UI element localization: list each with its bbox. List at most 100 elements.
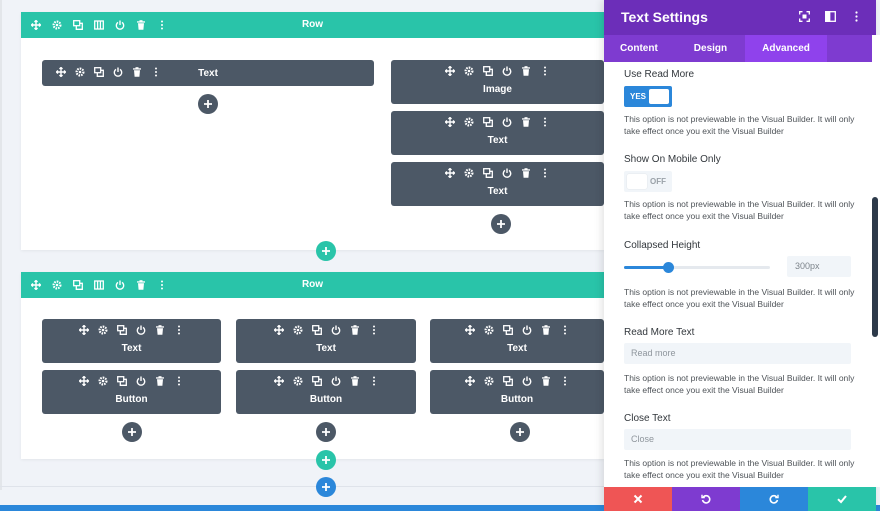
trash-icon[interactable] <box>155 376 165 386</box>
module-text[interactable]: Text <box>42 60 374 86</box>
tab-advanced[interactable]: Advanced <box>745 35 827 62</box>
panel-scrollbar[interactable] <box>872 35 880 487</box>
more-icon[interactable] <box>174 376 184 386</box>
more-icon[interactable] <box>560 325 570 335</box>
duplicate-icon[interactable] <box>311 325 322 335</box>
use-read-more-toggle[interactable]: YES <box>624 86 672 107</box>
gear-icon[interactable] <box>98 376 108 386</box>
show-on-mobile-only-toggle[interactable]: OFF <box>624 171 672 192</box>
redo-button[interactable] <box>740 487 808 511</box>
more-icon[interactable] <box>369 325 379 335</box>
expand-icon[interactable] <box>799 11 810 22</box>
module-toolbar <box>430 376 604 388</box>
module-text[interactable]: Text <box>42 319 221 363</box>
trash-icon[interactable] <box>541 325 551 335</box>
module-button[interactable]: Button <box>236 370 416 414</box>
more-icon[interactable] <box>174 325 184 335</box>
tab-design[interactable]: Design <box>674 35 745 62</box>
module-text[interactable]: Text <box>236 319 416 363</box>
trash-icon[interactable] <box>521 168 531 178</box>
power-icon[interactable] <box>331 376 341 386</box>
power-icon[interactable] <box>502 117 512 127</box>
slider-handle[interactable] <box>662 262 674 273</box>
toggle-knob <box>649 89 669 104</box>
move-icon[interactable] <box>273 376 284 386</box>
move-icon[interactable] <box>445 168 455 178</box>
trash-icon[interactable] <box>350 376 360 386</box>
power-icon[interactable] <box>331 325 341 335</box>
trash-icon[interactable] <box>350 325 360 335</box>
trash-icon[interactable] <box>521 66 531 76</box>
power-icon[interactable] <box>136 376 146 386</box>
add-module-button[interactable] <box>198 94 218 114</box>
gear-icon[interactable] <box>464 66 474 76</box>
duplicate-icon[interactable] <box>311 376 322 386</box>
move-icon[interactable] <box>273 325 284 335</box>
scrollbar-thumb[interactable] <box>872 197 878 337</box>
gear-icon[interactable] <box>292 325 303 335</box>
gear-icon[interactable] <box>483 376 494 386</box>
module-title: Text <box>316 343 336 354</box>
close-text-input[interactable]: Close <box>624 429 851 450</box>
duplicate-icon[interactable] <box>502 376 513 386</box>
gear-icon[interactable] <box>464 117 474 127</box>
move-icon[interactable] <box>464 325 475 335</box>
collapsed-height-input[interactable]: 300px <box>787 256 851 277</box>
row-2-toolbar[interactable]: Row <box>21 272 604 298</box>
power-icon[interactable] <box>502 66 512 76</box>
undo-button[interactable] <box>672 487 740 511</box>
duplicate-icon[interactable] <box>502 325 513 335</box>
add-module-button[interactable] <box>510 422 530 442</box>
add-row-button[interactable] <box>316 241 336 261</box>
duplicate-icon[interactable] <box>483 168 493 178</box>
power-icon[interactable] <box>522 376 532 386</box>
module-text[interactable]: Text <box>391 162 604 206</box>
collapsed-height-note: This option is not previewable in the Vi… <box>624 287 855 309</box>
move-icon[interactable] <box>445 117 455 127</box>
add-module-button[interactable] <box>316 422 336 442</box>
module-text[interactable]: Text <box>430 319 604 363</box>
add-section-button[interactable] <box>316 477 336 497</box>
panel-header[interactable]: Text Settings <box>604 0 876 35</box>
move-icon[interactable] <box>445 66 455 76</box>
power-icon[interactable] <box>502 168 512 178</box>
save-button[interactable] <box>808 487 876 511</box>
panel-footer <box>604 487 876 511</box>
trash-icon[interactable] <box>541 376 551 386</box>
more-icon[interactable] <box>540 66 550 76</box>
trash-icon[interactable] <box>521 117 531 127</box>
collapsed-height-slider[interactable] <box>624 262 770 273</box>
add-module-button[interactable] <box>122 422 142 442</box>
duplicate-icon[interactable] <box>483 117 493 127</box>
module-button[interactable]: Button <box>430 370 604 414</box>
discard-button[interactable] <box>604 487 672 511</box>
row-1-toolbar[interactable]: Row <box>21 12 604 38</box>
module-image[interactable]: Image <box>391 60 604 104</box>
duplicate-icon[interactable] <box>483 66 493 76</box>
power-icon[interactable] <box>522 325 532 335</box>
sidebar-icon[interactable] <box>825 11 836 22</box>
move-icon[interactable] <box>79 325 89 335</box>
gear-icon[interactable] <box>483 325 494 335</box>
add-row-button[interactable] <box>316 450 336 470</box>
gear-icon[interactable] <box>292 376 303 386</box>
gear-icon[interactable] <box>98 325 108 335</box>
read-more-text-input[interactable]: Read more <box>624 343 851 364</box>
duplicate-icon[interactable] <box>117 376 127 386</box>
module-button[interactable]: Button <box>42 370 221 414</box>
duplicate-icon[interactable] <box>117 325 127 335</box>
more-icon[interactable] <box>540 168 550 178</box>
more-icon[interactable] <box>540 117 550 127</box>
gear-icon[interactable] <box>464 168 474 178</box>
tab-content[interactable]: Content <box>604 35 674 62</box>
more-icon[interactable] <box>369 376 379 386</box>
more-icon[interactable] <box>851 11 862 22</box>
toggle-text: OFF <box>650 177 666 186</box>
move-icon[interactable] <box>79 376 89 386</box>
move-icon[interactable] <box>464 376 475 386</box>
trash-icon[interactable] <box>155 325 165 335</box>
power-icon[interactable] <box>136 325 146 335</box>
module-text[interactable]: Text <box>391 111 604 155</box>
add-module-button[interactable] <box>491 214 511 234</box>
more-icon[interactable] <box>560 376 570 386</box>
